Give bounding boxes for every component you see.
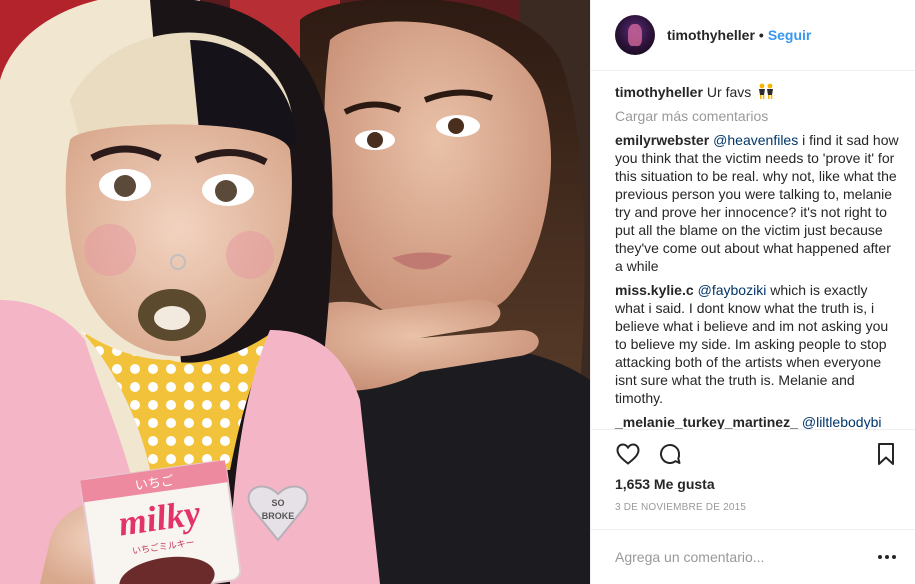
more-options-button[interactable]	[875, 545, 899, 569]
heart-icon	[616, 443, 640, 465]
comment-text: which is exactly what i said. I dont kno…	[615, 281, 889, 406]
ellipsis-icon	[878, 555, 896, 560]
follow-button[interactable]: Seguir	[768, 27, 812, 43]
avatar[interactable]	[615, 14, 655, 55]
post-photo[interactable]: SO BROKE いちご milky いちごミルキー	[0, 0, 590, 584]
post-side-panel: timothyheller • Seguir timothyheller Ur f…	[590, 0, 915, 584]
header-username[interactable]: timothyheller	[667, 27, 755, 43]
dancers-emoji-icon	[759, 83, 774, 99]
comment-item: emilyrwebster @heavenfiles i find it sad …	[615, 131, 899, 275]
caption-text: Ur favs	[706, 83, 752, 100]
comment-bubble-icon	[660, 444, 681, 465]
comments-list[interactable]: timothyheller Ur favs Cargar más comentar…	[591, 71, 915, 430]
comment-item: miss.kylie.c @fayboziki which is exactly …	[615, 281, 899, 407]
comment-mention[interactable]: @heavenfiles	[713, 132, 798, 148]
like-button[interactable]	[615, 441, 641, 467]
milky-candy-package: いちご milky いちごミルキー	[80, 460, 242, 584]
pin-text-line2: BROKE	[262, 511, 295, 521]
post-header: timothyheller • Seguir	[591, 0, 915, 71]
comment-item: _melanie_turkey_martinez_ @liltlebodybi	[615, 413, 899, 430]
comment-mention[interactable]: @fayboziki	[698, 282, 767, 298]
add-comment-bar	[591, 529, 915, 584]
comment-username[interactable]: _melanie_turkey_martinez_	[615, 414, 798, 430]
header-separator: •	[758, 26, 764, 43]
likes-count[interactable]: 1,653 Me gusta	[615, 476, 899, 492]
instagram-post: SO BROKE いちご milky いちごミルキー timothyheller…	[0, 0, 915, 584]
bookmark-icon	[878, 443, 894, 466]
save-button[interactable]	[873, 441, 899, 467]
comment-username[interactable]: miss.kylie.c	[615, 282, 694, 298]
comment-button[interactable]	[657, 441, 683, 467]
comment-text: i find it sad how you think that the vic…	[615, 131, 899, 274]
action-bar	[615, 434, 899, 474]
pin-text-line1: SO	[271, 498, 284, 508]
post-date[interactable]: 3 DE NOVIEMBRE DE 2015	[615, 502, 899, 513]
actions-section: 1,653 Me gusta 3 DE NOVIEMBRE DE 2015	[591, 429, 915, 513]
comment-username[interactable]: emilyrwebster	[615, 132, 709, 148]
load-more-comments-button[interactable]: Cargar más comentarios	[615, 107, 899, 125]
caption-username[interactable]: timothyheller	[615, 84, 703, 100]
selfie-illustration: SO BROKE いちご milky いちごミルキー	[0, 0, 590, 584]
comment-input[interactable]	[615, 549, 875, 566]
comment-mention[interactable]: @liltlebodybi	[802, 414, 882, 430]
caption: timothyheller Ur favs	[615, 83, 899, 101]
